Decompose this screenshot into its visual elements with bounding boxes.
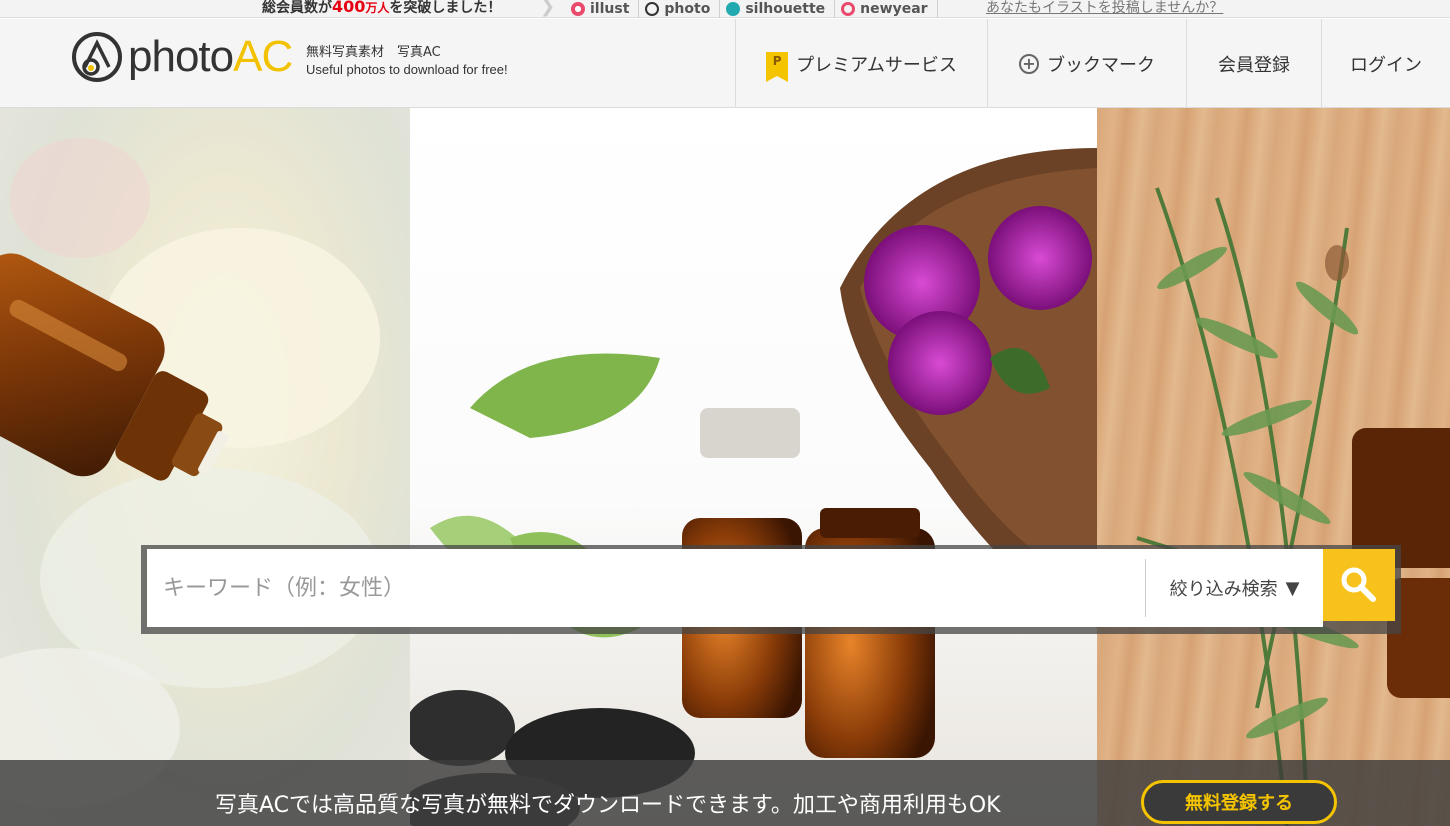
hero-image-center	[410, 108, 1097, 826]
premium-service-label: プレミアムサービス	[796, 54, 957, 76]
bookmark-label: ブックマーク	[1047, 54, 1155, 76]
keyword-search-input[interactable]	[147, 549, 1145, 627]
aroma-bottles-image	[410, 148, 1097, 826]
filter-search-label: 絞り込み検索	[1169, 579, 1278, 600]
premium-service-link[interactable]: P プレミアムサービス	[735, 19, 987, 108]
search-button[interactable]	[1323, 549, 1395, 621]
free-download-banner: 写真ACでは高品質な写真が無料でダウンロードできます。加工や商用利用もOK 無料…	[0, 760, 1450, 826]
members-suffix: を突破しました！	[389, 0, 502, 16]
plus-circle-icon: +	[1019, 53, 1039, 74]
triangle-down-icon: ▼	[1285, 577, 1300, 599]
newyear-icon	[841, 2, 856, 16]
tagline-japanese: 無料写真素材 写真AC	[306, 45, 441, 60]
members-unit: 万人	[365, 1, 390, 15]
site-link-photo[interactable]: photo	[639, 0, 721, 18]
chevron-right-icon: ❯	[540, 0, 556, 17]
hero-section: 絞り込み検索 ▼	[0, 108, 1450, 826]
logo-photo-text: photo	[128, 32, 234, 81]
site-link-label: newyear	[860, 1, 928, 17]
site-header: photoAC 無料写真素材 写真AC Useful photos to dow…	[0, 19, 1450, 108]
site-link-label: illust	[590, 1, 630, 17]
filter-search-dropdown[interactable]: 絞り込み検索 ▼	[1145, 559, 1323, 617]
bookmark-link[interactable]: + ブックマーク	[987, 19, 1186, 108]
post-illustration-link[interactable]: あなたもイラストを投稿しませんか？	[986, 0, 1223, 17]
free-register-button[interactable]: 無料登録する	[1141, 780, 1337, 824]
hero-image-right	[1097, 108, 1450, 826]
tagline-english: Useful photos to download for free!	[306, 62, 508, 77]
members-prefix: 総会員数が	[262, 0, 332, 16]
site-link-label: silhouette	[745, 1, 826, 17]
search-box: 絞り込み検索 ▼	[147, 549, 1323, 627]
rosemary-image	[1136, 187, 1450, 826]
hero-search-bar: 絞り込み検索 ▼	[141, 545, 1401, 634]
site-link-silhouette[interactable]: silhouette	[720, 0, 836, 18]
members-announcement: 総会員数が400万人を突破しました！	[262, 0, 501, 17]
essential-oil-bottle-image	[0, 138, 380, 808]
site-link-label: photo	[664, 1, 711, 17]
site-logo-text[interactable]: photoAC	[128, 32, 293, 81]
register-link[interactable]: 会員登録	[1186, 19, 1321, 108]
login-link[interactable]: ログイン	[1321, 19, 1450, 108]
site-links: illust photo silhouette newyear	[565, 0, 938, 18]
photoac-logo-icon[interactable]	[71, 31, 123, 83]
members-number: 400	[332, 0, 366, 16]
site-link-illust[interactable]: illust	[565, 0, 640, 18]
site-tagline: 無料写真素材 写真AC Useful photos to download fo…	[306, 44, 508, 78]
hero-image-left	[0, 108, 410, 826]
top-announcement-bar: 総会員数が400万人を突破しました！ ❯ illust photo silhou…	[0, 0, 1450, 18]
silhouette-icon	[726, 2, 741, 16]
magnifier-icon	[1341, 567, 1376, 602]
photo-icon	[645, 2, 660, 16]
header-nav: P プレミアムサービス + ブックマーク 会員登録 ログイン	[735, 19, 1450, 108]
banner-message: 写真ACでは高品質な写真が無料でダウンロードできます。加工や商用利用もOK	[215, 793, 1001, 818]
illust-icon	[571, 2, 585, 16]
logo-ac-text: AC	[233, 32, 293, 81]
site-link-newyear[interactable]: newyear	[835, 0, 938, 18]
premium-ribbon-icon: P	[766, 51, 789, 82]
